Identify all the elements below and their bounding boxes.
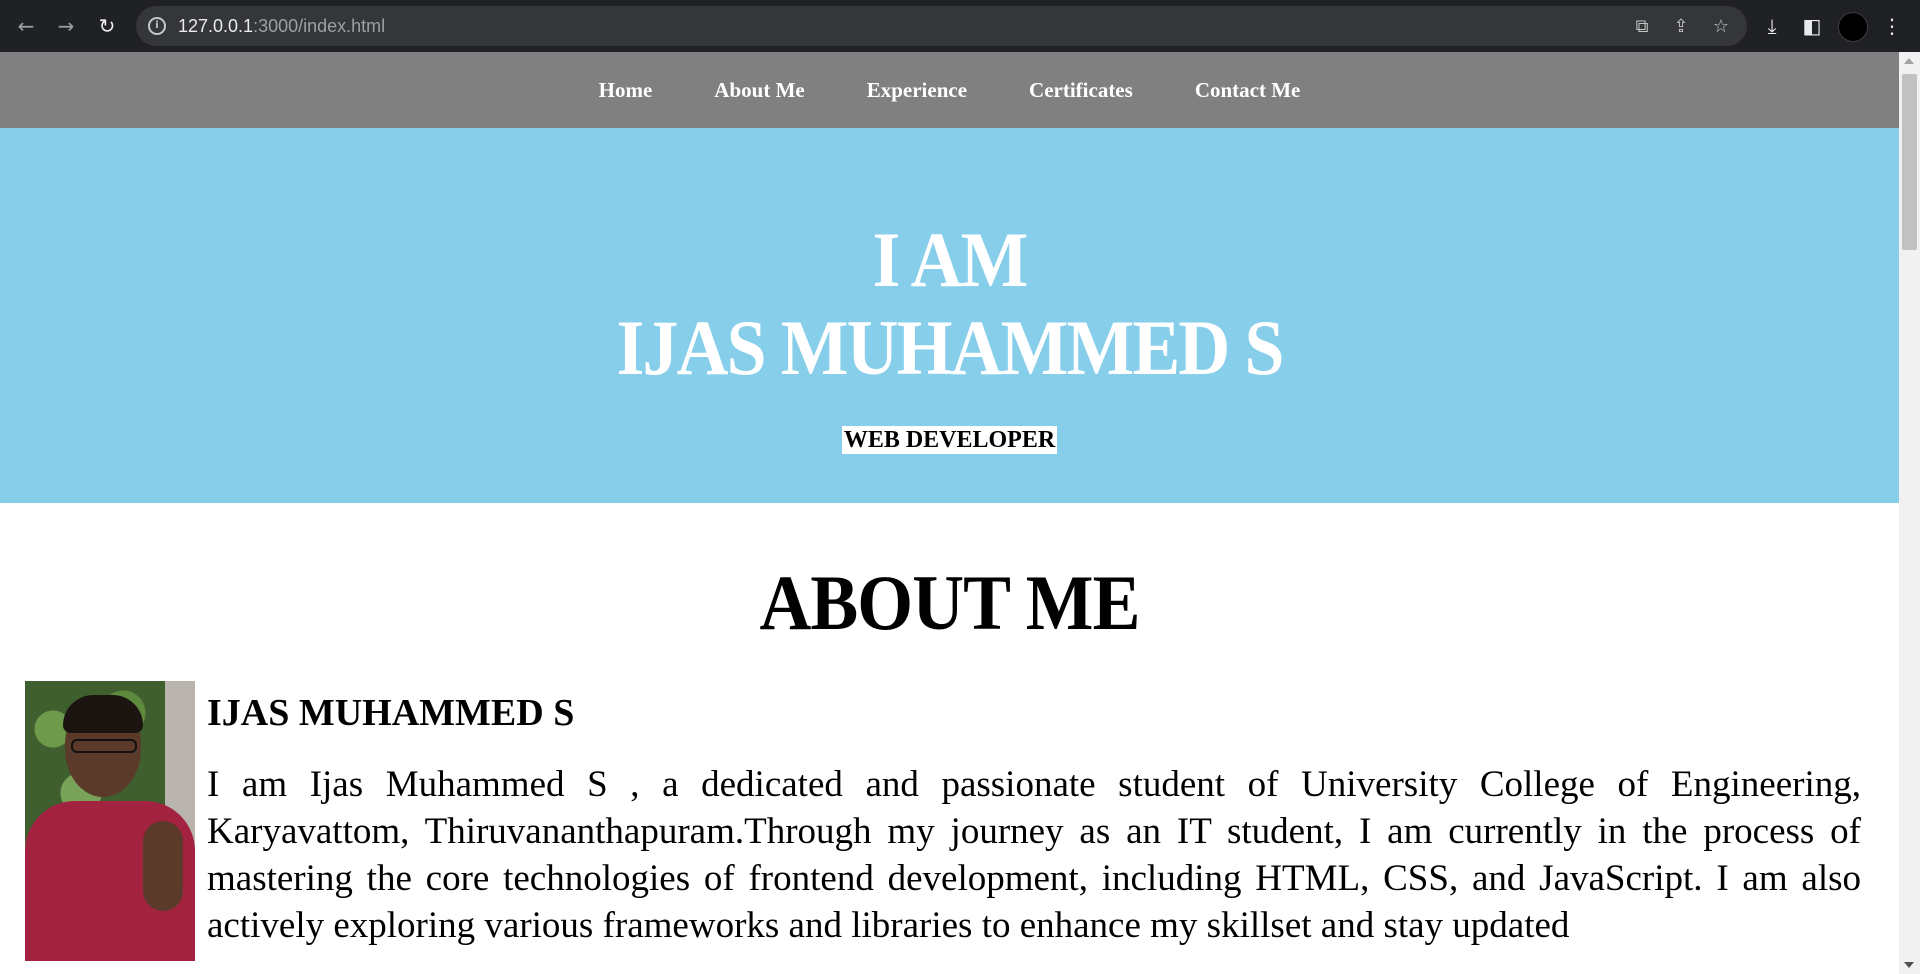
nav-about-link[interactable]: About Me: [714, 78, 804, 103]
nav-home-link[interactable]: Home: [599, 78, 653, 103]
hero-name: IJAS MUHAMMED S: [616, 304, 1284, 391]
scroll-down-arrow-icon[interactable]: [1904, 962, 1914, 968]
scroll-thumb[interactable]: [1902, 74, 1917, 250]
about-bio: I am Ijas Muhammed S , a dedicated and p…: [207, 764, 1861, 946]
nav-experience-link[interactable]: Experience: [867, 78, 967, 103]
reload-button[interactable]: ↻: [95, 14, 119, 38]
download-icon[interactable]: ⤓: [1760, 14, 1784, 38]
side-panel-icon[interactable]: ◧: [1800, 14, 1824, 38]
back-button[interactable]: ←: [14, 14, 38, 38]
forward-button[interactable]: →: [54, 14, 78, 38]
url-path: :3000/index.html: [253, 16, 386, 36]
profile-avatar[interactable]: [1838, 12, 1868, 42]
site-navbar: Home About Me Experience Certificates Co…: [0, 52, 1899, 128]
address-bar[interactable]: i 127.0.0.1:3000/index.html ⧉ ⇪ ☆: [136, 6, 1747, 46]
about-text: IJAS MUHAMMED S I am Ijas Muhammed S , a…: [207, 681, 1861, 949]
browser-toolbar: ← → ↻ i 127.0.0.1:3000/index.html ⧉ ⇪ ☆ …: [0, 0, 1920, 52]
about-section: ABOUT ME IJAS MUHAMMED S I am Ijas Muham…: [0, 503, 1899, 974]
hero-section: I AM IJAS MUHAMMED S WEB DEVELOPER: [0, 128, 1899, 503]
about-content: IJAS MUHAMMED S I am Ijas Muhammed S , a…: [0, 681, 1899, 974]
url-text[interactable]: 127.0.0.1:3000/index.html: [178, 16, 385, 37]
translate-icon[interactable]: ⧉: [1631, 16, 1653, 38]
hero-role: WEB DEVELOPER: [841, 426, 1058, 454]
page-viewport: Home About Me Experience Certificates Co…: [0, 52, 1899, 974]
star-icon[interactable]: ☆: [1710, 16, 1732, 38]
hero-intro: I AM: [872, 216, 1028, 303]
profile-photo: [25, 681, 195, 961]
kebab-menu-icon[interactable]: ⋮: [1880, 14, 1904, 38]
url-host: 127.0.0.1: [178, 16, 254, 36]
about-title: ABOUT ME: [759, 559, 1140, 646]
nav-certificates-link[interactable]: Certificates: [1029, 78, 1133, 103]
about-name: IJAS MUHAMMED S: [207, 692, 575, 734]
info-icon[interactable]: i: [148, 17, 166, 35]
nav-contact-link[interactable]: Contact Me: [1195, 78, 1301, 103]
scroll-up-arrow-icon[interactable]: [1904, 58, 1914, 64]
page-scrollbar[interactable]: [1899, 52, 1920, 974]
share-icon[interactable]: ⇪: [1670, 16, 1692, 38]
